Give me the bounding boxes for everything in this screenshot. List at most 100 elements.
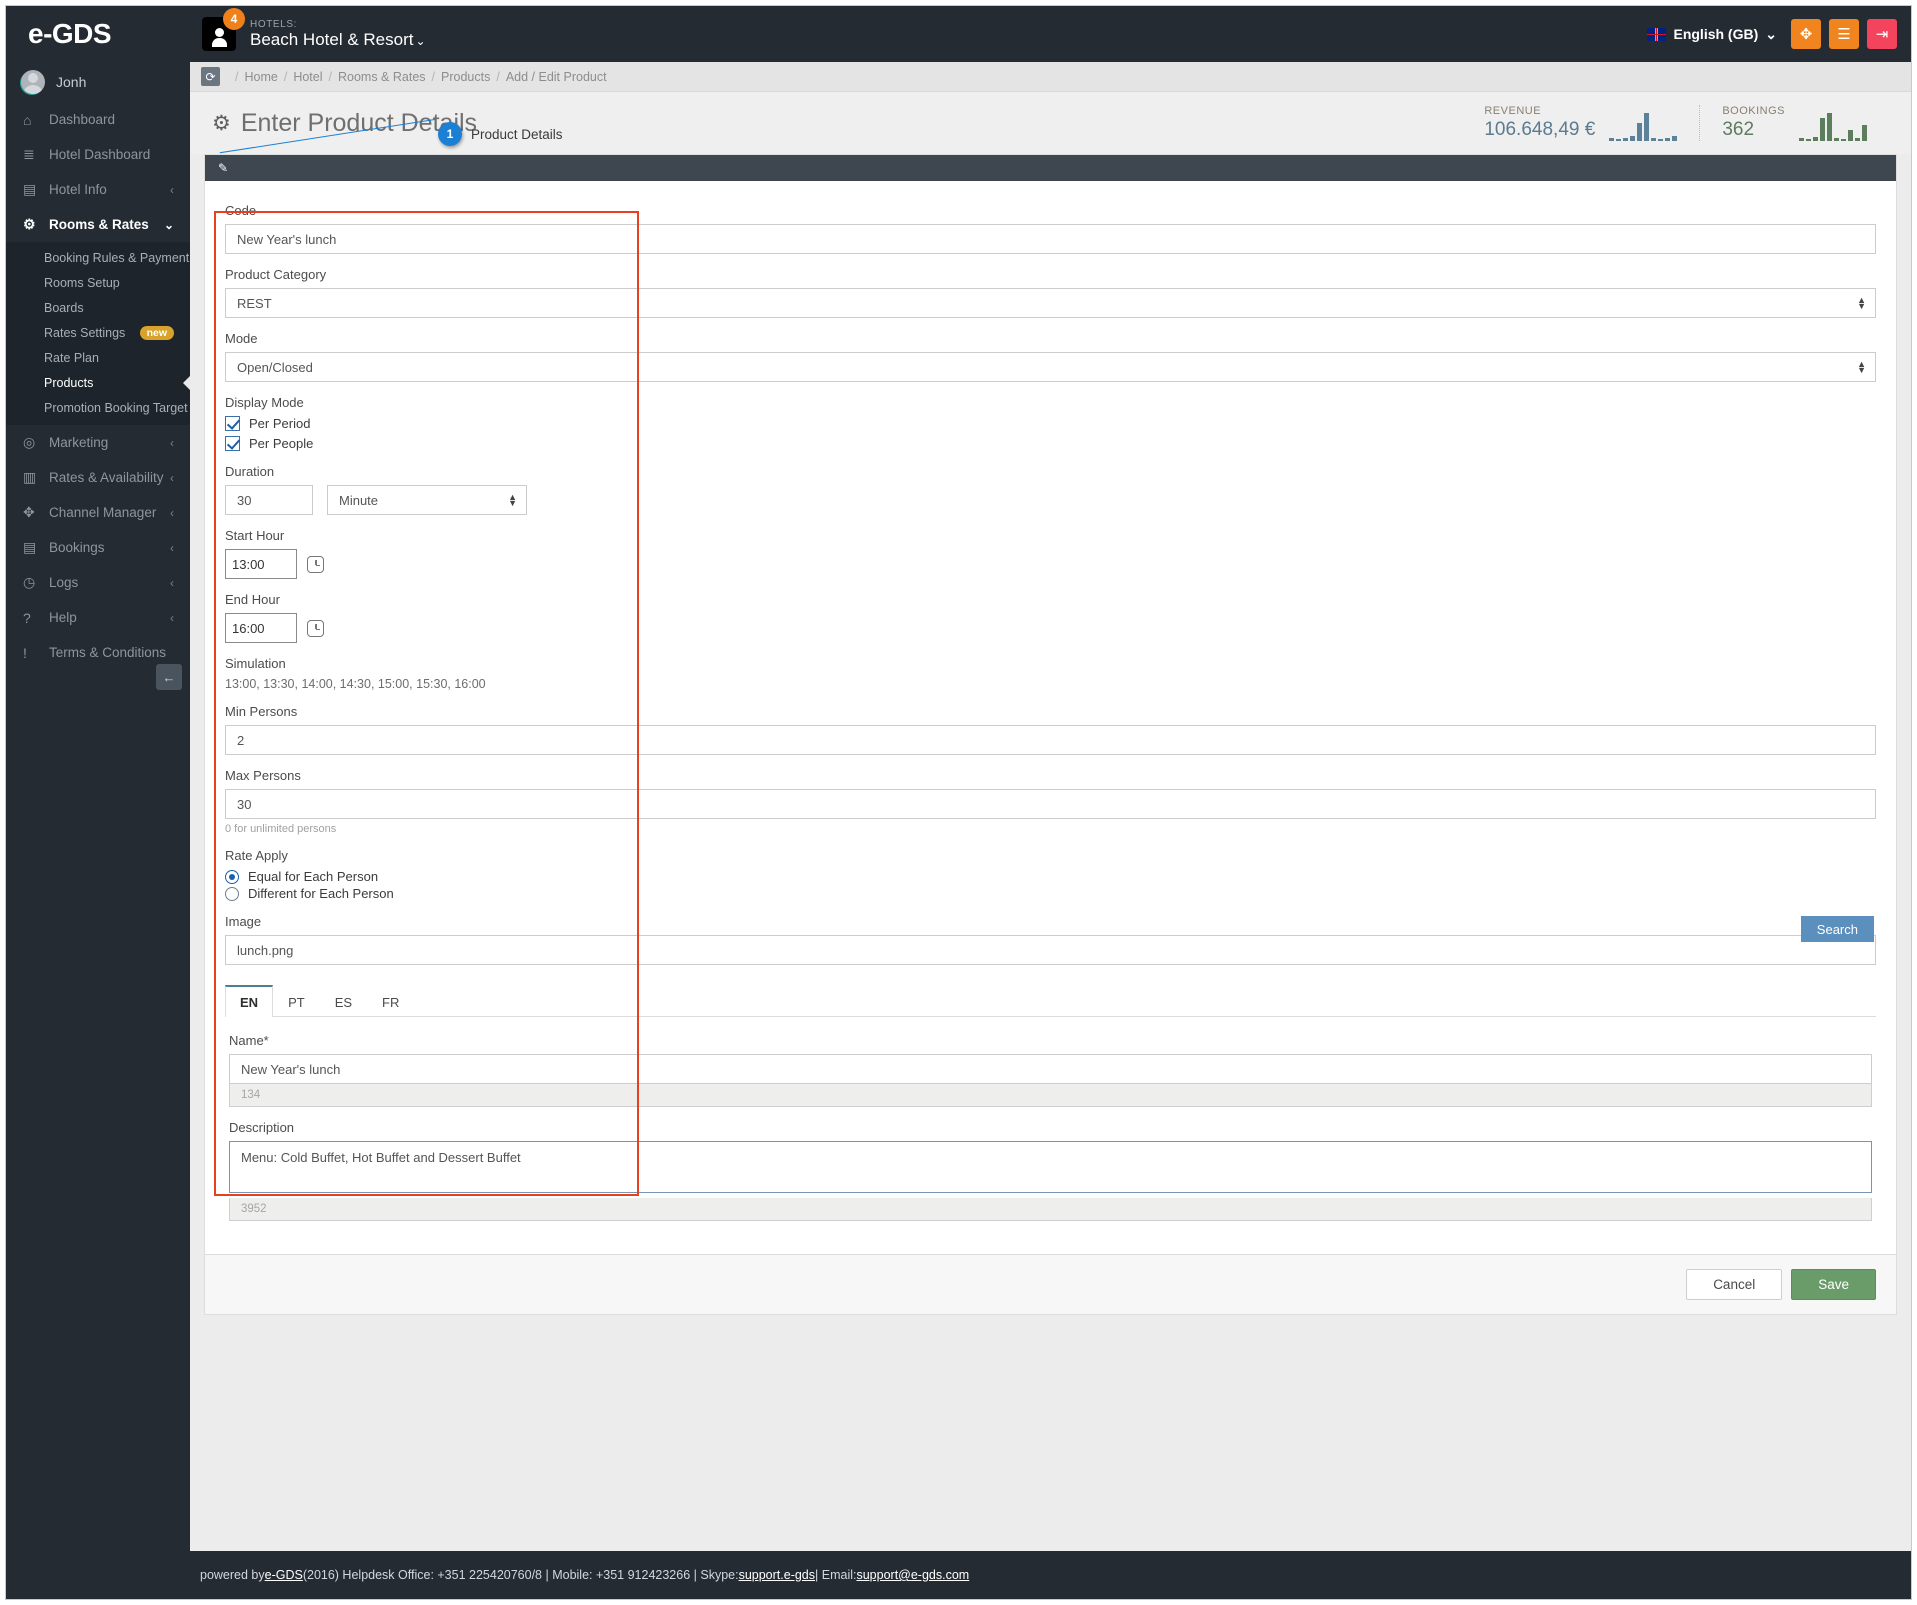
- hotel-avatar-icon: 4: [202, 8, 245, 51]
- mode-select[interactable]: Open/Closed: [225, 352, 1876, 382]
- revenue-value: 106.648,49 €: [1484, 119, 1596, 140]
- hotel-name[interactable]: Beach Hotel & Resort ⌄: [250, 30, 426, 49]
- sidebar-item-rooms-setup[interactable]: Rooms Setup: [6, 270, 190, 295]
- rate-different-radio[interactable]: [225, 886, 239, 901]
- field-duration: Duration Minute ▲▼: [225, 464, 1876, 515]
- sidebar-subitem-label: Rates Settings: [44, 325, 126, 340]
- clock-icon[interactable]: [307, 555, 324, 573]
- name-input[interactable]: [229, 1054, 1872, 1084]
- sidebar-item-bookings[interactable]: ▤ Bookings ‹: [6, 530, 190, 565]
- gears-icon: ⚙: [212, 111, 231, 135]
- code-input[interactable]: [225, 224, 1876, 254]
- chevron-left-icon: ‹: [170, 182, 174, 197]
- stats-summary: REVENUE 106.648,49 € BOOKINGS 362: [1462, 105, 1889, 141]
- clock-icon[interactable]: [307, 619, 324, 637]
- sidebar-collapse-button[interactable]: ←: [156, 664, 182, 690]
- max-persons-label: Max Persons: [225, 768, 301, 783]
- sidebar-item-products[interactable]: Products: [6, 370, 191, 395]
- start-hour-input[interactable]: [225, 549, 297, 579]
- tab-es[interactable]: ES: [320, 986, 367, 1017]
- top-bar: e-GDS 4 HOTELS: Beach Hotel & Resort ⌄ En…: [6, 6, 1911, 62]
- brand-logo[interactable]: e-GDS: [6, 6, 228, 62]
- sidebar-item-marketing[interactable]: ◎ Marketing ‹: [6, 425, 190, 460]
- language-selector[interactable]: English (GB) ⌄: [1647, 26, 1777, 43]
- breadcrumb-separator: /: [328, 69, 332, 84]
- sidebar-item-rates-settings[interactable]: Rates Settings new: [6, 320, 190, 345]
- hotel-selector[interactable]: 4 HOTELS: Beach Hotel & Resort ⌄: [202, 6, 426, 62]
- max-persons-input[interactable]: [225, 789, 1876, 819]
- simulation-label: Simulation: [225, 656, 286, 671]
- radio-row-equal[interactable]: Equal for Each Person: [225, 869, 1876, 884]
- breadcrumb-bar: ⟳ / Home / Hotel / Rooms & Rates / Produ…: [190, 62, 1911, 92]
- revenue-label: REVENUE: [1484, 105, 1542, 117]
- rate-apply-label: Rate Apply: [225, 848, 288, 863]
- chevron-down-icon: ⌄: [163, 217, 174, 232]
- home-icon: ⌂: [23, 111, 32, 128]
- sidebar: Jonh ⌂ Dashboard ≣ Hotel Dashboard ▤ Hot…: [6, 62, 191, 1599]
- sidebar-item-booking-rules-payment[interactable]: Booking Rules & Payment: [6, 245, 190, 270]
- mode-label: Mode: [225, 331, 258, 346]
- search-button[interactable]: Search: [1800, 916, 1874, 942]
- sidebar-item-boards[interactable]: Boards: [6, 295, 190, 320]
- description-textarea[interactable]: Menu: Cold Buffet, Hot Buffet and Desser…: [229, 1141, 1872, 1193]
- sidebar-subitem-label: Booking Rules & Payment: [44, 250, 190, 265]
- bookings-value: 362: [1722, 119, 1755, 140]
- breadcrumb-item-hotel[interactable]: Hotel: [293, 70, 322, 84]
- breadcrumb-separator: /: [496, 69, 500, 84]
- logout-button[interactable]: ⇥: [1867, 19, 1897, 49]
- footer-brand-link[interactable]: e-GDS: [265, 1568, 303, 1582]
- breadcrumb-item-products[interactable]: Products: [441, 70, 490, 84]
- revenue-sparkline-chart: [1609, 111, 1678, 141]
- sidebar-item-promotion-booking-target[interactable]: Promotion Booking Target: [6, 395, 190, 420]
- tab-pt[interactable]: PT: [273, 986, 320, 1017]
- sidebar-item-hotel-info[interactable]: ▤ Hotel Info ‹: [6, 172, 190, 207]
- notification-badge[interactable]: 4: [223, 8, 245, 30]
- callout-pin: 1: [438, 122, 462, 146]
- radio-row-different[interactable]: Different for Each Person: [225, 886, 1876, 901]
- footer-email-link[interactable]: support@e-gds.com: [856, 1568, 969, 1582]
- tab-fr[interactable]: FR: [367, 986, 414, 1017]
- sidebar-profile[interactable]: Jonh: [6, 62, 190, 102]
- per-people-checkbox[interactable]: [225, 436, 240, 451]
- checkbox-row-per-people[interactable]: Per People: [225, 436, 1876, 451]
- rate-equal-radio[interactable]: [225, 869, 239, 884]
- field-max-persons: Max Persons 0 for unlimited persons: [225, 768, 1876, 835]
- sidebar-item-channel-manager[interactable]: ✥ Channel Manager ‹: [6, 495, 190, 530]
- sidebar-item-dashboard[interactable]: ⌂ Dashboard: [6, 102, 190, 137]
- footer-skype-link[interactable]: support.e-gds: [739, 1568, 815, 1582]
- duration-input[interactable]: [225, 485, 313, 515]
- sidebar-item-rates-availability[interactable]: ▥ Rates & Availability ‹: [6, 460, 190, 495]
- image-input[interactable]: [225, 935, 1876, 965]
- sidebar-item-rate-plan[interactable]: Rate Plan: [6, 345, 190, 370]
- duration-unit-select[interactable]: Minute: [327, 485, 527, 515]
- menu-button[interactable]: ☰: [1829, 19, 1859, 49]
- sidebar-item-hotel-dashboard[interactable]: ≣ Hotel Dashboard: [6, 137, 190, 172]
- checkbox-row-per-period[interactable]: Per Period: [225, 416, 1876, 431]
- description-counter: 3952: [229, 1198, 1872, 1221]
- min-persons-input[interactable]: [225, 725, 1876, 755]
- bottom-spacer: [190, 1315, 1911, 1357]
- breadcrumb-item-home[interactable]: Home: [244, 70, 277, 84]
- field-min-persons: Min Persons: [225, 704, 1876, 755]
- field-description: Description Menu: Cold Buffet, Hot Buffe…: [229, 1120, 1872, 1221]
- breadcrumb-item-rooms-rates[interactable]: Rooms & Rates: [338, 70, 426, 84]
- per-period-checkbox[interactable]: [225, 416, 240, 431]
- field-name: Name* 134: [229, 1033, 1872, 1107]
- sidebar-item-rooms-rates[interactable]: ⚙ Rooms & Rates ⌄: [6, 207, 190, 242]
- question-circle-icon: ?: [23, 609, 31, 626]
- save-button[interactable]: Save: [1791, 1269, 1876, 1300]
- fullscreen-button[interactable]: ✥: [1791, 19, 1821, 49]
- product-category-select[interactable]: REST: [225, 288, 1876, 318]
- duration-label: Duration: [225, 464, 275, 479]
- avatar: [21, 70, 45, 94]
- sidebar-item-help[interactable]: ? Help ‹: [6, 600, 190, 635]
- uk-flag-icon: [1647, 27, 1667, 41]
- refresh-button[interactable]: ⟳: [201, 67, 220, 86]
- end-hour-input[interactable]: [225, 613, 297, 643]
- sidebar-item-logs[interactable]: ◷ Logs ‹: [6, 565, 190, 600]
- breadcrumb-item-add-edit-product[interactable]: Add / Edit Product: [506, 70, 607, 84]
- cancel-button[interactable]: Cancel: [1686, 1269, 1783, 1300]
- hamburger-icon: ☰: [1837, 26, 1851, 43]
- chevron-left-icon: ‹: [170, 575, 174, 590]
- tab-en[interactable]: EN: [225, 985, 274, 1017]
